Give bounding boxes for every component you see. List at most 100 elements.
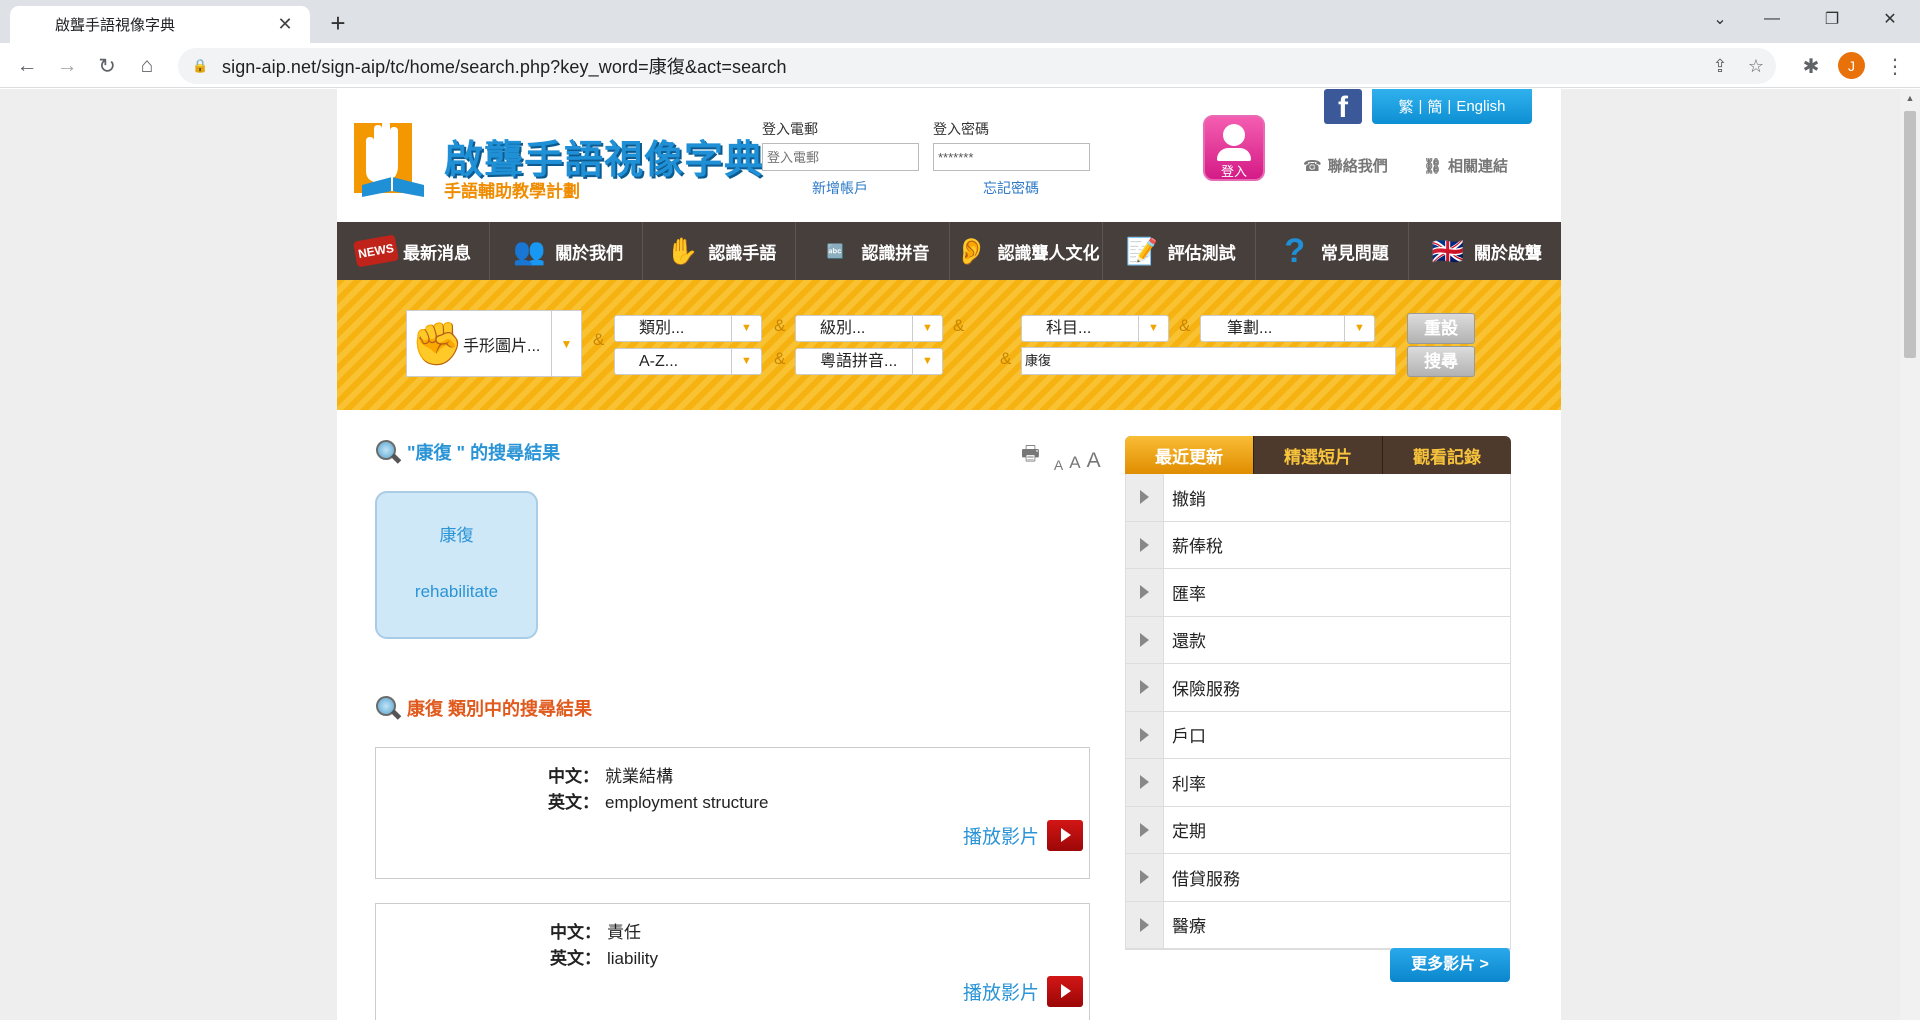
- sidebar-item[interactable]: 定期: [1126, 806, 1510, 854]
- sidebar-item-label: 保險服務: [1172, 679, 1240, 699]
- share-icon[interactable]: ⇪: [1706, 53, 1734, 79]
- bookmark-star-icon[interactable]: ☆: [1742, 53, 1770, 79]
- strokes-select[interactable]: 筆劃... ▼: [1200, 315, 1375, 342]
- nav-item-sign-language[interactable]: ✋ 認識手語: [643, 222, 797, 280]
- chevron-down-icon: ▼: [1138, 316, 1168, 341]
- nav-item-faq[interactable]: ? 常見問題: [1256, 222, 1409, 280]
- browser-toolbar: ← → ↻ ⌂ 🔒 sign-aip.net/sign-aip/tc/home/…: [0, 43, 1920, 88]
- site-container: 啟聾手語視像字典 手語輔助教學計劃 登入電郵 新增帳戶 登入密碼 忘記密碼 登入…: [337, 89, 1561, 1020]
- page-scrollbar[interactable]: ▲: [1900, 89, 1920, 1020]
- sidebar-item[interactable]: 保險服務: [1126, 664, 1510, 712]
- site-logo[interactable]: [352, 111, 432, 201]
- minimize-button[interactable]: —: [1746, 0, 1798, 38]
- strokes-label: 筆劃...: [1227, 320, 1273, 337]
- play-triangle-icon: [1126, 474, 1164, 521]
- scrollbar-thumb[interactable]: [1904, 111, 1916, 358]
- profile-avatar[interactable]: J: [1838, 52, 1865, 79]
- play-label: 播放影片: [962, 983, 1039, 1004]
- close-window-button[interactable]: ✕: [1864, 0, 1916, 38]
- and-symbol: &: [953, 316, 965, 335]
- sidebar-item-label: 匯率: [1172, 584, 1206, 604]
- category-select[interactable]: 類別... ▼: [614, 315, 762, 342]
- facebook-icon[interactable]: f: [1324, 89, 1362, 124]
- login-button[interactable]: 登入: [1203, 115, 1265, 181]
- restore-button[interactable]: ❐: [1806, 0, 1858, 38]
- login-button-label: 登入: [1220, 164, 1247, 179]
- sidebar-item-label: 利率: [1172, 774, 1206, 794]
- sidebar-item-label: 戶口: [1172, 727, 1206, 747]
- new-tab-button[interactable]: +: [322, 8, 354, 40]
- cantonese-pinyin-select[interactable]: 粵語拼音... ▼: [795, 348, 943, 375]
- sidebar-item[interactable]: 薪俸稅: [1126, 521, 1510, 569]
- tab-recent-updates[interactable]: 最近更新: [1125, 436, 1254, 474]
- sidebar-item[interactable]: 醫療: [1126, 901, 1510, 949]
- tab-search-icon[interactable]: ⌄: [1694, 0, 1746, 38]
- nav-item-about-school[interactable]: 🇬🇧 關於啟聾: [1409, 222, 1561, 280]
- sidebar-item[interactable]: 匯率: [1126, 569, 1510, 617]
- az-select[interactable]: A-Z... ▼: [614, 348, 762, 375]
- play-triangle-icon: [1126, 711, 1164, 758]
- play-triangle-icon: [1126, 521, 1164, 568]
- language-switcher: 繁 | 簡 | English: [1372, 89, 1532, 124]
- tab-featured-videos[interactable]: 精選短片: [1254, 436, 1383, 474]
- lang-simplified[interactable]: 簡: [1427, 96, 1442, 117]
- password-label: 登入密碼: [933, 121, 989, 137]
- address-bar[interactable]: 🔒 sign-aip.net/sign-aip/tc/home/search.p…: [178, 48, 1776, 84]
- sidebar-item[interactable]: 撤銷: [1126, 474, 1510, 522]
- sidebar-item[interactable]: 借貸服務: [1126, 854, 1510, 902]
- chevron-down-icon: ▼: [731, 349, 761, 374]
- play-video-button[interactable]: 播放影片: [963, 820, 1083, 851]
- forgot-password-link[interactable]: 忘記密碼: [983, 178, 1039, 198]
- play-video-button[interactable]: 播放影片: [963, 976, 1083, 1007]
- lang-english[interactable]: English: [1456, 98, 1505, 115]
- browser-tab[interactable]: 啟聾手語視像字典 ✕: [10, 6, 310, 43]
- result-card[interactable]: 康復 rehabilitate: [375, 491, 538, 639]
- level-select[interactable]: 級別... ▼: [795, 315, 943, 342]
- handshape-label: 手形圖片...: [463, 337, 541, 355]
- browser-menu-icon[interactable]: ⋮: [1880, 51, 1910, 81]
- tab-close-icon[interactable]: ✕: [274, 14, 296, 36]
- reset-button[interactable]: 重設: [1407, 313, 1475, 344]
- sidebar-item[interactable]: 戶口: [1126, 711, 1510, 759]
- lang-traditional[interactable]: 繁: [1398, 96, 1413, 117]
- and-symbol: &: [774, 349, 786, 368]
- scroll-up-icon[interactable]: ▲: [1900, 89, 1920, 107]
- related-links-link[interactable]: ⛓ 相關連結: [1423, 155, 1508, 176]
- font-medium-button[interactable]: A: [1069, 453, 1080, 473]
- more-videos-button[interactable]: 更多影片 >: [1390, 948, 1510, 982]
- password-field[interactable]: [933, 143, 1090, 171]
- tab-view-history[interactable]: 觀看記錄: [1383, 436, 1511, 474]
- font-large-button[interactable]: A: [1087, 449, 1101, 473]
- subject-label: 科目...: [1046, 320, 1092, 337]
- contact-us-link[interactable]: ☎ 聯絡我們: [1303, 155, 1388, 176]
- email-field[interactable]: [762, 143, 919, 171]
- email-label: 登入電郵: [762, 121, 818, 137]
- nav-item-pinyin[interactable]: 🔤 認識拼音: [796, 222, 950, 280]
- nav-item-about-us[interactable]: 👥 關於我們: [490, 222, 644, 280]
- sidebar-item[interactable]: 還款: [1126, 616, 1510, 664]
- zh-label: 中文：: [550, 923, 601, 942]
- subject-select[interactable]: 科目... ▼: [1021, 315, 1169, 342]
- keyword-input[interactable]: 康復: [1021, 347, 1396, 375]
- extensions-puzzle-icon[interactable]: ✱: [1796, 51, 1826, 81]
- forward-button[interactable]: →: [50, 49, 84, 83]
- uk-flag-icon: 🇬🇧: [1431, 235, 1465, 266]
- reload-button[interactable]: ↻: [90, 49, 124, 83]
- nav-item-assessment[interactable]: 📝 評估測試: [1103, 222, 1256, 280]
- test-pencil-icon: 📝: [1125, 235, 1158, 266]
- handshape-select[interactable]: ✊ 手形圖片... ▼: [406, 310, 582, 377]
- home-button[interactable]: ⌂: [130, 49, 164, 83]
- nav-item-deaf-culture[interactable]: 👂 認識聾人文化: [950, 222, 1103, 280]
- new-account-link[interactable]: 新增帳戶: [812, 178, 868, 198]
- url-text[interactable]: sign-aip.net/sign-aip/tc/home/search.php…: [222, 53, 787, 79]
- related-links-label: 相關連結: [1448, 158, 1509, 175]
- sidebar-item-label: 薪俸稅: [1172, 537, 1223, 557]
- search-button[interactable]: 搜尋: [1407, 346, 1475, 377]
- sidebar-item[interactable]: 利率: [1126, 759, 1510, 807]
- back-button[interactable]: ←: [10, 49, 44, 83]
- font-small-button[interactable]: A: [1054, 457, 1063, 473]
- cantonese-label: 粵語拼音...: [820, 353, 898, 370]
- print-icon[interactable]: 🖶: [1021, 439, 1040, 473]
- nav-item-news[interactable]: NEWS 最新消息: [337, 222, 491, 280]
- play-triangle-icon: [1126, 854, 1164, 901]
